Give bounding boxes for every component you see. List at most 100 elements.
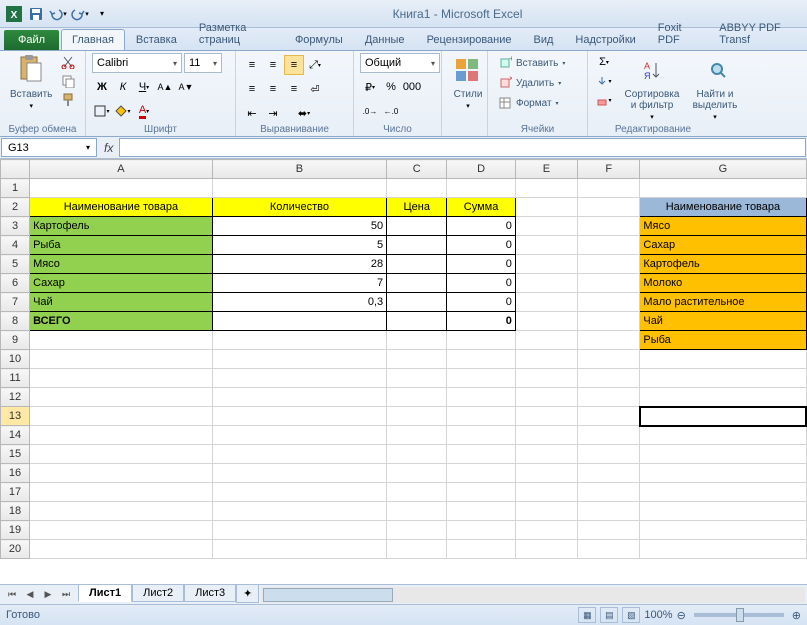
cell-G6[interactable]: Молоко bbox=[640, 274, 806, 293]
tab-addins[interactable]: Надстройки bbox=[564, 29, 646, 50]
cell-E17[interactable] bbox=[515, 483, 577, 502]
cell-B18[interactable] bbox=[212, 502, 386, 521]
row-header-1[interactable]: 1 bbox=[1, 179, 30, 198]
cell-F8[interactable] bbox=[578, 312, 640, 331]
formula-input[interactable] bbox=[119, 138, 806, 157]
tab-insert[interactable]: Вставка bbox=[125, 29, 188, 50]
cell-G17[interactable] bbox=[640, 483, 806, 502]
cell-G18[interactable] bbox=[640, 502, 806, 521]
wrap-text-icon[interactable]: ⏎ bbox=[305, 79, 325, 99]
cell-F6[interactable] bbox=[578, 274, 640, 293]
cell-E5[interactable] bbox=[515, 255, 577, 274]
cell-C13[interactable] bbox=[387, 407, 447, 426]
cell-B10[interactable] bbox=[212, 350, 386, 369]
cell-C14[interactable] bbox=[387, 426, 447, 445]
col-header-A[interactable]: A bbox=[30, 160, 213, 179]
cell-B12[interactable] bbox=[212, 388, 386, 407]
cell-D16[interactable] bbox=[447, 464, 516, 483]
cell-E11[interactable] bbox=[515, 369, 577, 388]
col-header-B[interactable]: B bbox=[212, 160, 386, 179]
cell-G2[interactable]: Наименование товара bbox=[640, 198, 806, 217]
cell-C17[interactable] bbox=[387, 483, 447, 502]
align-center-icon[interactable]: ≡ bbox=[263, 79, 283, 99]
cell-D1[interactable] bbox=[447, 179, 516, 198]
sort-filter-button[interactable]: АЯ Сортировка и фильтр ▾ bbox=[620, 53, 684, 123]
cell-D18[interactable] bbox=[447, 502, 516, 521]
comma-icon[interactable]: 000 bbox=[402, 77, 422, 97]
cell-F13[interactable] bbox=[578, 407, 640, 426]
cell-G4[interactable]: Сахар bbox=[640, 236, 806, 255]
cell-C6[interactable] bbox=[387, 274, 447, 293]
cell-A12[interactable] bbox=[30, 388, 213, 407]
cut-icon[interactable] bbox=[58, 53, 78, 71]
cell-G10[interactable] bbox=[640, 350, 806, 369]
new-sheet-icon[interactable]: ✦ bbox=[236, 585, 259, 603]
row-header-12[interactable]: 12 bbox=[1, 388, 30, 407]
percent-icon[interactable]: % bbox=[381, 77, 401, 97]
sheet-tab-2[interactable]: Лист2 bbox=[132, 585, 184, 602]
cell-F14[interactable] bbox=[578, 426, 640, 445]
cell-E12[interactable] bbox=[515, 388, 577, 407]
cell-C11[interactable] bbox=[387, 369, 447, 388]
row-header-3[interactable]: 3 bbox=[1, 217, 30, 236]
cell-D15[interactable] bbox=[447, 445, 516, 464]
page-layout-view-icon[interactable]: ▤ bbox=[600, 607, 618, 623]
cell-D6[interactable]: 0 bbox=[447, 274, 516, 293]
cell-B19[interactable] bbox=[212, 521, 386, 540]
decrease-decimal-icon[interactable]: ←.0 bbox=[381, 101, 401, 121]
undo-icon[interactable]: ▾ bbox=[48, 4, 68, 24]
cell-G15[interactable] bbox=[640, 445, 806, 464]
align-left-icon[interactable]: ≡ bbox=[242, 79, 262, 99]
first-sheet-icon[interactable]: ⏮ bbox=[4, 587, 20, 603]
cell-C20[interactable] bbox=[387, 540, 447, 559]
border-button[interactable]: ▾ bbox=[92, 101, 112, 121]
cell-C7[interactable] bbox=[387, 293, 447, 312]
cell-A2[interactable]: Наименование товара bbox=[30, 198, 213, 217]
row-header-19[interactable]: 19 bbox=[1, 521, 30, 540]
fill-color-button[interactable]: ▾ bbox=[113, 101, 133, 121]
cell-E3[interactable] bbox=[515, 217, 577, 236]
delete-cells-button[interactable]: ×Удалить▾ bbox=[494, 73, 565, 93]
cell-B17[interactable] bbox=[212, 483, 386, 502]
cell-G20[interactable] bbox=[640, 540, 806, 559]
cell-C16[interactable] bbox=[387, 464, 447, 483]
qat-customize-icon[interactable]: ▾ bbox=[92, 4, 112, 24]
cell-D5[interactable]: 0 bbox=[447, 255, 516, 274]
col-header-F[interactable]: F bbox=[578, 160, 640, 179]
row-header-15[interactable]: 15 bbox=[1, 445, 30, 464]
last-sheet-icon[interactable]: ⏭ bbox=[58, 587, 74, 603]
cell-A17[interactable] bbox=[30, 483, 213, 502]
row-header-2[interactable]: 2 bbox=[1, 198, 30, 217]
row-header-4[interactable]: 4 bbox=[1, 236, 30, 255]
cell-A1[interactable] bbox=[30, 179, 213, 198]
cell-F20[interactable] bbox=[578, 540, 640, 559]
cell-D3[interactable]: 0 bbox=[447, 217, 516, 236]
cell-B4[interactable]: 5 bbox=[212, 236, 386, 255]
zoom-slider[interactable] bbox=[694, 613, 784, 617]
cell-D9[interactable] bbox=[447, 331, 516, 350]
cell-D14[interactable] bbox=[447, 426, 516, 445]
cell-D17[interactable] bbox=[447, 483, 516, 502]
cell-F12[interactable] bbox=[578, 388, 640, 407]
name-box[interactable]: G13▾ bbox=[1, 138, 97, 157]
tab-review[interactable]: Рецензирование bbox=[416, 29, 523, 50]
cell-F16[interactable] bbox=[578, 464, 640, 483]
redo-icon[interactable]: ▾ bbox=[70, 4, 90, 24]
cell-G5[interactable]: Картофель bbox=[640, 255, 806, 274]
row-header-11[interactable]: 11 bbox=[1, 369, 30, 388]
cell-G7[interactable]: Мало растительное bbox=[640, 293, 806, 312]
cell-F18[interactable] bbox=[578, 502, 640, 521]
italic-button[interactable]: К bbox=[113, 77, 133, 97]
tab-formulas[interactable]: Формулы bbox=[284, 29, 354, 50]
paste-button[interactable]: Вставить ▾ bbox=[6, 53, 56, 112]
cell-B9[interactable] bbox=[212, 331, 386, 350]
cell-E16[interactable] bbox=[515, 464, 577, 483]
next-sheet-icon[interactable]: ▶ bbox=[40, 587, 56, 603]
cell-C10[interactable] bbox=[387, 350, 447, 369]
row-header-5[interactable]: 5 bbox=[1, 255, 30, 274]
row-header-6[interactable]: 6 bbox=[1, 274, 30, 293]
cell-G13[interactable] bbox=[640, 407, 806, 426]
cell-C3[interactable] bbox=[387, 217, 447, 236]
cell-E14[interactable] bbox=[515, 426, 577, 445]
cell-D13[interactable] bbox=[447, 407, 516, 426]
